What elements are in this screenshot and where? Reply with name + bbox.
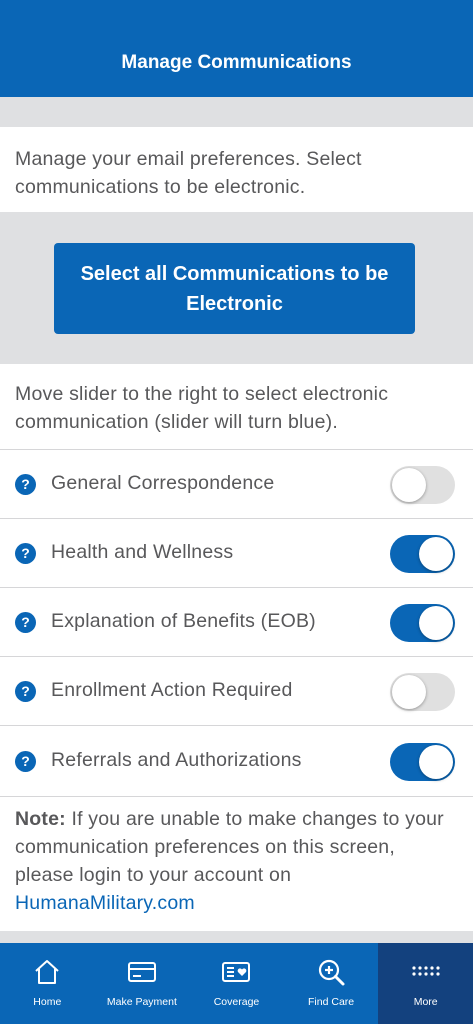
note-prefix: Note: bbox=[15, 808, 66, 830]
help-icon[interactable]: ? bbox=[15, 612, 36, 633]
toggle-knob bbox=[419, 745, 453, 779]
slider-instructions: Move slider to the right to select elect… bbox=[0, 364, 473, 450]
pref-label: General Correspondence bbox=[51, 472, 275, 494]
intro-text: Manage your email preferences. Select co… bbox=[0, 127, 473, 212]
toggle-enrollment-action[interactable] bbox=[390, 673, 455, 711]
toggle-knob bbox=[392, 468, 426, 502]
toggle-knob bbox=[392, 675, 426, 709]
toggle-knob bbox=[419, 606, 453, 640]
toggle-health-wellness[interactable] bbox=[390, 535, 455, 573]
spacer-band bbox=[0, 97, 473, 127]
pref-row-general-correspondence: ? General Correspondence bbox=[0, 450, 473, 519]
tab-coverage[interactable]: Coverage bbox=[189, 943, 284, 1024]
search-icon bbox=[318, 959, 345, 986]
tab-label: Make Payment bbox=[106, 996, 177, 1008]
toggle-referrals-authorizations[interactable] bbox=[390, 743, 455, 781]
tab-more[interactable]: More bbox=[378, 943, 473, 1024]
help-icon[interactable]: ? bbox=[15, 751, 36, 772]
select-all-electronic-button[interactable]: Select all Communications to be Electron… bbox=[54, 243, 415, 334]
pref-row-health-wellness: ? Health and Wellness bbox=[0, 519, 473, 588]
app-header: Manage Communications bbox=[0, 0, 473, 97]
help-icon[interactable]: ? bbox=[15, 681, 36, 702]
bottom-tab-bar: Home Make Payment Coverage Find Care Mor… bbox=[0, 943, 473, 1024]
toggle-explanation-of-benefits[interactable] bbox=[390, 604, 455, 642]
toggle-general-correspondence[interactable] bbox=[390, 466, 455, 504]
pref-row-explanation-of-benefits: ? Explanation of Benefits (EOB) bbox=[0, 588, 473, 657]
credit-card-icon bbox=[127, 962, 156, 982]
home-icon bbox=[35, 960, 59, 984]
dots-grid-icon bbox=[412, 966, 440, 976]
note-text: If you are unable to make changes to you… bbox=[15, 808, 444, 886]
tab-home[interactable]: Home bbox=[0, 943, 95, 1024]
toggle-knob bbox=[419, 537, 453, 571]
bottom-band bbox=[0, 931, 473, 943]
note-section: Note: If you are unable to make changes … bbox=[0, 797, 473, 931]
tab-find-care[interactable]: Find Care bbox=[284, 943, 379, 1024]
tab-label: Home bbox=[33, 996, 62, 1008]
humana-military-link[interactable]: HumanaMilitary.com bbox=[15, 892, 195, 914]
pref-label: Enrollment Action Required bbox=[51, 679, 293, 701]
page-title: Manage Communications bbox=[121, 52, 352, 73]
pref-label: Explanation of Benefits (EOB) bbox=[51, 610, 316, 632]
pref-label: Referrals and Authorizations bbox=[51, 749, 302, 771]
pref-label: Health and Wellness bbox=[51, 541, 234, 563]
help-icon[interactable]: ? bbox=[15, 543, 36, 564]
tab-label: Coverage bbox=[213, 996, 260, 1008]
tab-make-payment[interactable]: Make Payment bbox=[95, 943, 190, 1024]
tab-label: Find Care bbox=[308, 996, 355, 1008]
id-card-icon bbox=[222, 962, 251, 982]
pref-row-enrollment-action: ? Enrollment Action Required bbox=[0, 657, 473, 726]
help-icon[interactable]: ? bbox=[15, 474, 36, 495]
pref-row-referrals-authorizations: ? Referrals and Authorizations bbox=[0, 727, 473, 797]
tab-label: More bbox=[413, 996, 438, 1008]
